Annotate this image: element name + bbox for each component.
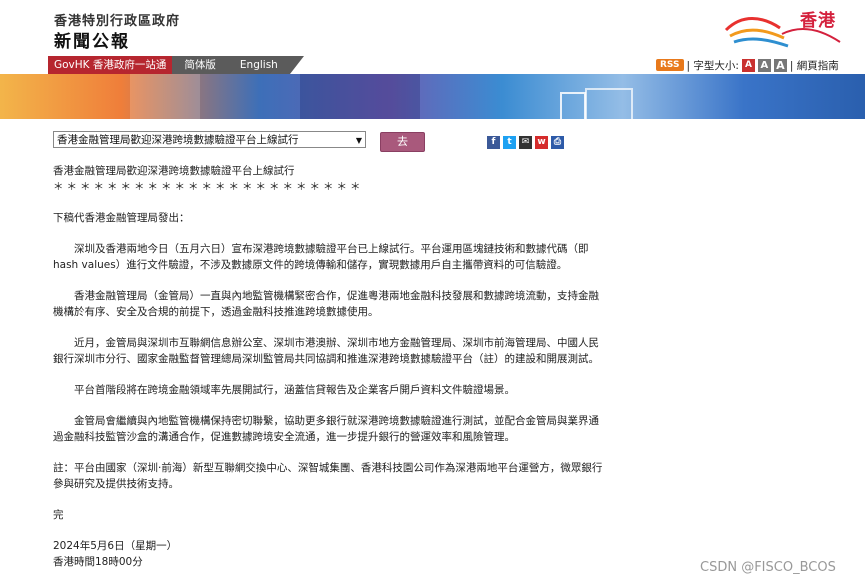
banner-image <box>0 74 865 119</box>
banner-shape <box>300 74 420 119</box>
article-date: 2024年5月6日（星期一） <box>53 540 178 552</box>
font-size-medium-button[interactable]: A <box>757 58 771 72</box>
nav-divider <box>289 56 304 74</box>
email-icon[interactable]: ✉ <box>519 136 532 149</box>
article-intro: 下稿代香港金融管理局發出： <box>53 212 190 224</box>
go-button[interactable]: 去 <box>380 132 425 152</box>
simplified-chinese-link[interactable]: 简体版 <box>172 56 228 74</box>
article-body: 香港金融管理局歡迎深港跨境數據驗證平台上線試行 ＊＊＊＊＊＊＊＊＊＊＊＊＊＊＊＊… <box>53 163 605 570</box>
article-time: 香港時間18時00分 <box>53 556 143 568</box>
article-select-value: 香港金融管理局歡迎深港跨境數據驗證平台上線試行 <box>57 134 299 146</box>
article-paragraph: 近月，金管局與深圳市互聯網信息辦公室、深圳市港澳辦、深圳市地方金融管理局、深圳市… <box>53 337 599 365</box>
banner-shape <box>585 88 633 119</box>
banner-shape <box>130 74 200 119</box>
article-heading: 香港金融管理局歡迎深港跨境數據驗證平台上線試行 <box>53 165 295 177</box>
article-paragraph: 香港金融管理局（金管局）一直與內地監管機構緊密合作，促進粵港兩地金融科技發展和數… <box>53 290 599 318</box>
font-size-large-button[interactable]: A <box>773 58 787 72</box>
article-paragraph: 金管局會繼續與內地監管機構保持密切聯繫，協助更多銀行就深港跨境數據驗證進行測試，… <box>53 415 599 443</box>
share-bar: f t ✉ w ⎙ <box>487 136 564 149</box>
twitter-icon[interactable]: t <box>503 136 516 149</box>
stars-divider: ＊＊＊＊＊＊＊＊＊＊＊＊＊＊＊＊＊＊＊＊＊＊＊ <box>53 181 364 193</box>
article-end: 完 <box>53 509 64 521</box>
site-header: 香港特別行政區政府 新聞公報 香港 <box>0 0 865 56</box>
article-note: 註：平台由國家（深圳·前海）新型互聯網交換中心、深智城集團、香港科技園公司作為深… <box>53 462 603 490</box>
rss-button[interactable]: RSS <box>656 59 684 71</box>
govhk-link[interactable]: GovHK 香港政府一站通 <box>48 56 173 74</box>
nav-tools: RSS | 字型大小: A A A | 網頁指南 <box>656 56 839 74</box>
font-size-label: | 字型大小: <box>686 59 739 72</box>
article-select[interactable]: 香港金融管理局歡迎深港跨境數據驗證平台上線試行 ▼ <box>53 131 366 148</box>
chevron-down-icon: ▼ <box>355 136 362 145</box>
sitemap-link[interactable]: | 網頁指南 <box>790 58 839 73</box>
english-link[interactable]: English <box>227 56 290 74</box>
page-title[interactable]: 新聞公報 <box>54 27 130 52</box>
font-size-small-button[interactable]: A <box>741 58 755 72</box>
article-paragraph: 深圳及香港兩地今日（五月六日）宣布深港跨境數據驗證平台已上線試行。平台運用區塊鏈… <box>53 243 589 271</box>
top-nav: GovHK 香港政府一站通 简体版 English RSS | 字型大小: A … <box>0 56 865 74</box>
facebook-icon[interactable]: f <box>487 136 500 149</box>
brand-logo-text: 香港 <box>800 11 836 31</box>
watermark: CSDN @FISCO_BCOS <box>700 560 836 575</box>
print-icon[interactable]: ⎙ <box>551 136 564 149</box>
article-paragraph: 平台首階段將在跨境金融領域率先展開試行，涵蓋信貸報告及企業客戶開戶資料文件驗證場… <box>74 384 515 396</box>
weibo-icon[interactable]: w <box>535 136 548 149</box>
nav-links: GovHK 香港政府一站通 简体版 English <box>48 56 304 74</box>
banner-shape <box>560 92 586 119</box>
